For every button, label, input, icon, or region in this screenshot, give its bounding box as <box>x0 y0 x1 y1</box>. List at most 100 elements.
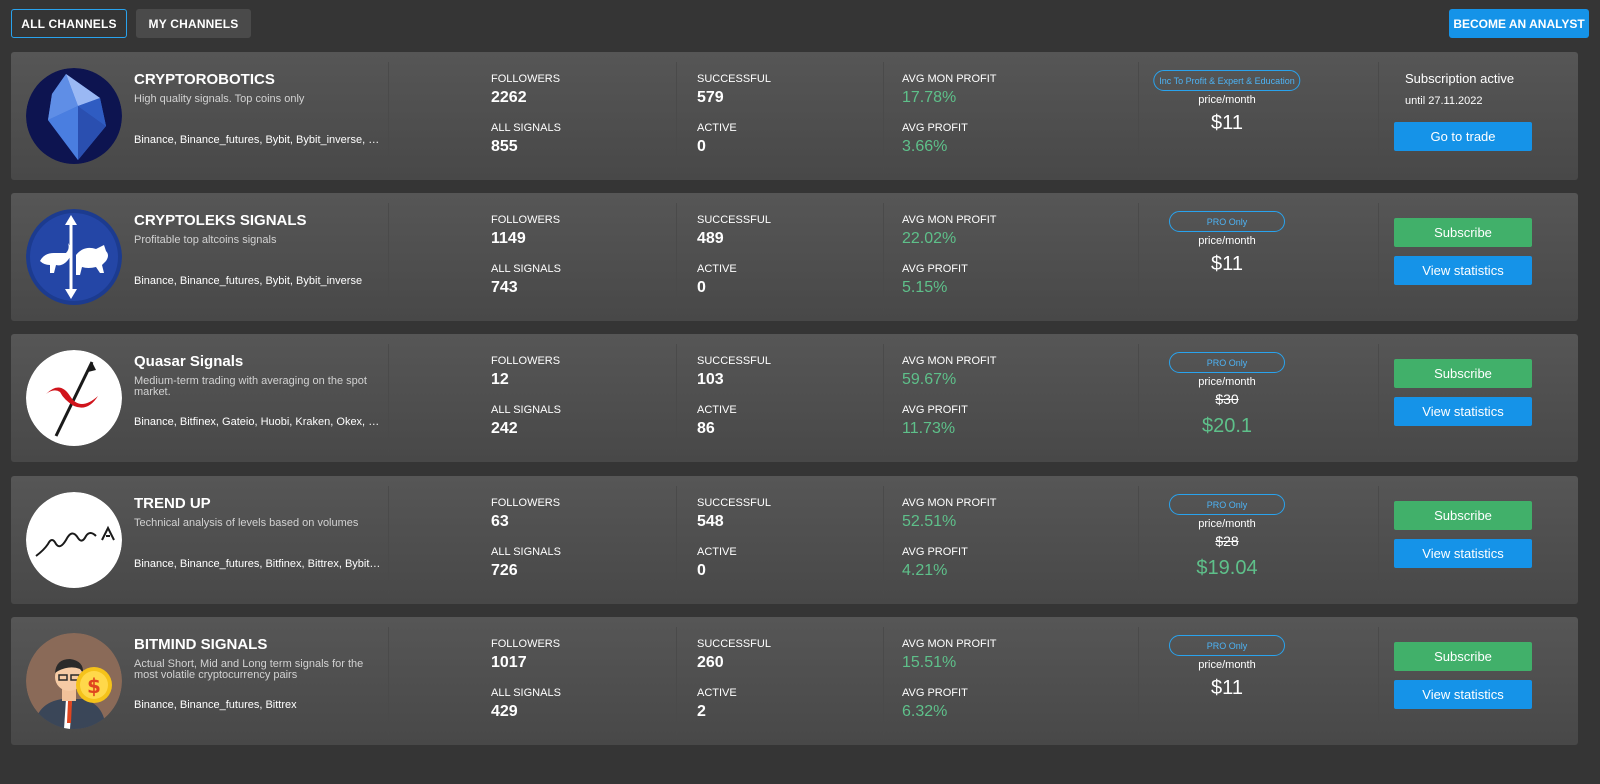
channel-description: Medium-term trading with averaging on th… <box>134 375 367 398</box>
all-signals-value: 429 <box>491 703 518 720</box>
view-statistics-button[interactable]: View statistics <box>1394 397 1532 426</box>
avg-mon-profit-value: 52.51% <box>902 513 957 530</box>
channel-exchanges: Binance, Binance_futures, Bittrex <box>134 699 297 711</box>
channel-name[interactable]: CRYPTOLEKS SIGNALS <box>134 212 307 229</box>
followers-label: FOLLOWERS <box>491 73 561 85</box>
active-value: 86 <box>697 420 715 437</box>
active-value: 0 <box>697 279 706 296</box>
successful-value: 103 <box>697 371 724 388</box>
active-label: ACTIVE <box>697 404 737 416</box>
divider <box>676 486 677 594</box>
channel-tabs-bar: ALL CHANNELS MY CHANNELS BECOME AN ANALY… <box>11 9 1589 39</box>
successful-label: SUCCESSFUL <box>697 214 771 226</box>
successful-value: 579 <box>697 89 724 106</box>
channel-exchanges: Binance, Binance_futures, Bitfinex, Bitt… <box>134 558 382 570</box>
channel-card: Quasar Signals Medium-term trading with … <box>11 334 1578 462</box>
active-value: 2 <box>697 703 706 720</box>
successful-label: SUCCESSFUL <box>697 638 771 650</box>
view-statistics-button[interactable]: View statistics <box>1394 680 1532 709</box>
followers-value: 12 <box>491 371 509 388</box>
price-value: $11 <box>1211 677 1243 699</box>
divider <box>676 627 677 735</box>
avg-mon-profit-value: 15.51% <box>902 654 957 671</box>
subscribe-button[interactable]: Subscribe <box>1394 501 1532 530</box>
channel-name[interactable]: Quasar Signals <box>134 353 243 370</box>
successful-label: SUCCESSFUL <box>697 497 771 509</box>
active-label: ACTIVE <box>697 263 737 275</box>
channel-card: CRYPTOLEKS SIGNALS Profitable top altcoi… <box>11 193 1578 321</box>
divider <box>1138 62 1139 170</box>
view-statistics-button[interactable]: View statistics <box>1394 539 1532 568</box>
divider <box>676 62 677 170</box>
tab-all-channels[interactable]: ALL CHANNELS <box>11 9 127 38</box>
quasar-icon <box>26 350 122 446</box>
all-signals-value: 726 <box>491 562 518 579</box>
divider <box>883 486 884 594</box>
go-to-trade-button[interactable]: Go to trade <box>1394 122 1532 151</box>
avg-mon-profit-label: AVG MON PROFIT <box>902 638 997 650</box>
subscription-status: Subscription active <box>1405 71 1515 86</box>
become-analyst-button[interactable]: BECOME AN ANALYST <box>1449 9 1589 38</box>
channel-exchanges: Binance, Bitfinex, Gateio, Huobi, Kraken… <box>134 416 382 428</box>
all-signals-value: 743 <box>491 279 518 296</box>
channel-exchanges: Binance, Binance_futures, Bybit, Bybit_i… <box>134 134 382 146</box>
avg-mon-profit-value: 22.02% <box>902 230 957 247</box>
avg-profit-label: AVG PROFIT <box>902 263 968 275</box>
successful-label: SUCCESSFUL <box>697 355 771 367</box>
all-signals-value: 242 <box>491 420 518 437</box>
channel-exchanges: Binance, Binance_futures, Bybit, Bybit_i… <box>134 275 363 287</box>
discount-price-value: $20.1 <box>1201 415 1253 437</box>
active-label: ACTIVE <box>697 546 737 558</box>
channel-description: Technical analysis of levels based on vo… <box>134 517 359 529</box>
old-price-value: $28 <box>1215 533 1239 549</box>
avg-profit-value: 5.15% <box>902 279 948 296</box>
successful-value: 260 <box>697 654 724 671</box>
channel-name[interactable]: BITMIND SIGNALS <box>134 636 267 653</box>
divider <box>1138 344 1139 452</box>
active-value: 0 <box>697 562 706 579</box>
avg-profit-label: AVG PROFIT <box>902 122 968 134</box>
divider <box>1378 486 1379 594</box>
channel-name[interactable]: TREND UP <box>134 495 211 512</box>
price-value: $11 <box>1211 112 1243 134</box>
followers-label: FOLLOWERS <box>491 214 561 226</box>
followers-value: 1017 <box>491 654 527 671</box>
price-month-label: price/month <box>1198 376 1256 388</box>
discount-price-value: $19.04 <box>1196 557 1258 579</box>
followers-label: FOLLOWERS <box>491 497 561 509</box>
avg-mon-profit-label: AVG MON PROFIT <box>902 214 997 226</box>
channel-name[interactable]: CRYPTOROBOTICS <box>134 71 275 88</box>
channel-description: Profitable top altcoins signals <box>134 234 277 246</box>
subscribe-button[interactable]: Subscribe <box>1394 359 1532 388</box>
divider <box>883 344 884 452</box>
divider <box>676 344 677 452</box>
subscribe-button[interactable]: Subscribe <box>1394 218 1532 247</box>
all-signals-label: ALL SIGNALS <box>491 263 561 275</box>
view-statistics-button[interactable]: View statistics <box>1394 256 1532 285</box>
all-signals-label: ALL SIGNALS <box>491 122 561 134</box>
plan-badge: PRO Only <box>1169 352 1285 373</box>
businessman-coin-icon: $ <box>26 633 122 729</box>
divider <box>388 203 389 311</box>
all-signals-label: ALL SIGNALS <box>491 687 561 699</box>
svg-text:$: $ <box>87 674 101 698</box>
plan-badge: PRO Only <box>1169 635 1285 656</box>
old-price-value: $30 <box>1215 391 1239 407</box>
bull-bear-icon <box>26 209 122 305</box>
active-label: ACTIVE <box>697 122 737 134</box>
avg-profit-value: 11.73% <box>902 420 956 437</box>
divider <box>883 203 884 311</box>
avg-mon-profit-label: AVG MON PROFIT <box>902 497 997 509</box>
price-value: $11 <box>1211 253 1243 275</box>
crystal-icon <box>26 68 122 164</box>
plan-badge: Inc To Profit & Expert & Education <box>1153 70 1301 91</box>
divider <box>388 486 389 594</box>
subscribe-button[interactable]: Subscribe <box>1394 642 1532 671</box>
tab-my-channels[interactable]: MY CHANNELS <box>136 9 251 38</box>
successful-value: 548 <box>697 513 724 530</box>
channel-card: $ BITMIND SIGNALS Actual Short, Mid and … <box>11 617 1578 745</box>
plan-badge: PRO Only <box>1169 211 1285 232</box>
avg-profit-label: AVG PROFIT <box>902 687 968 699</box>
channel-description: High quality signals. Top coins only <box>134 93 305 105</box>
price-month-label: price/month <box>1198 235 1256 247</box>
